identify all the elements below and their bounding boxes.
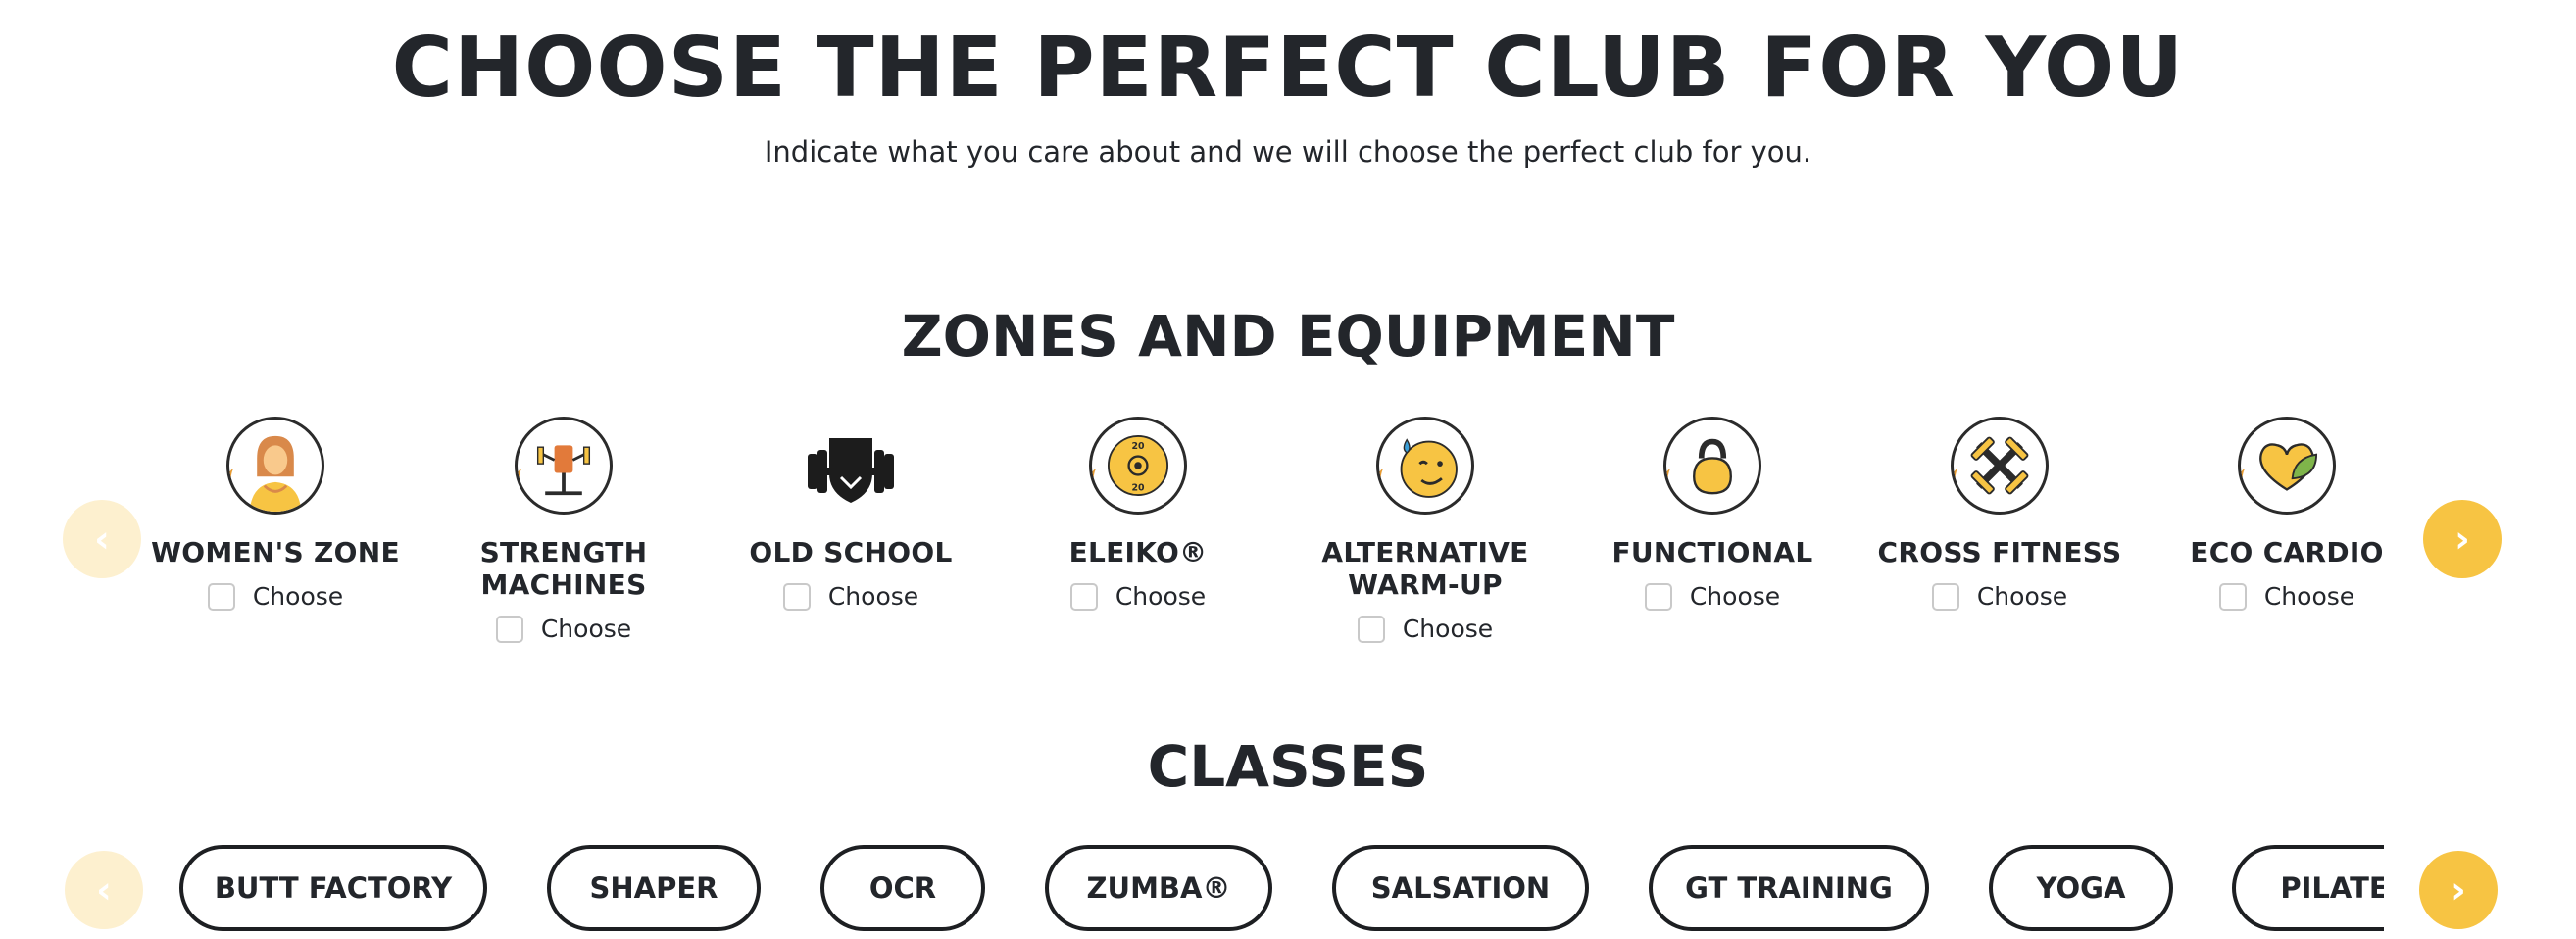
choose-option: Choose xyxy=(1293,615,1558,643)
zone-item-alternative-warm-up: ALTERNATIVE WARM-UP Choose xyxy=(1293,417,1558,643)
class-pill-zumba[interactable]: ZUMBA® xyxy=(1045,845,1272,931)
class-pill-salsation[interactable]: SALSATION xyxy=(1332,845,1589,931)
choose-checkbox[interactable] xyxy=(782,582,811,611)
choose-label: Choose xyxy=(2263,582,2355,611)
zone-label: OLD SCHOOL xyxy=(749,536,953,568)
heart-leaf-icon xyxy=(2238,417,2336,515)
kettlebell-icon xyxy=(1663,417,1761,515)
zones-next-arrow[interactable]: › xyxy=(2423,500,2502,578)
zone-item-womens-zone: WOMEN'S ZONE Choose xyxy=(143,417,408,611)
dumbbell-shield-icon xyxy=(802,417,900,515)
page-title: CHOOSE THE PERFECT CLUB FOR YOU xyxy=(391,20,2185,117)
classes-carousel: BUTT FACTORY SHAPER OCR ZUMBA® SALSATION… xyxy=(0,833,2384,939)
zone-item-eleiko: 20 20 ELEIKO® Choose xyxy=(1006,417,1270,611)
weight-plate-icon: 20 20 xyxy=(1089,417,1187,515)
sweating-face-icon xyxy=(1376,417,1474,515)
choose-option: Choose xyxy=(2155,582,2419,611)
classes-next-arrow[interactable]: › xyxy=(2419,851,2498,929)
choose-option: Choose xyxy=(143,582,408,611)
zone-label: ALTERNATIVE WARM-UP xyxy=(1321,536,1529,601)
zones-prev-arrow[interactable]: ‹ xyxy=(63,500,141,578)
class-pill-yoga[interactable]: YOGA xyxy=(1989,845,2173,931)
zone-label: ELEIKO® xyxy=(1068,536,1208,568)
zone-item-eco-cardio: ECO CARDIO Choose xyxy=(2155,417,2419,611)
choose-label: Choose xyxy=(1689,582,1781,611)
zone-label: FUNCTIONAL xyxy=(1611,536,1813,568)
zone-item-strength-machines: STRENGTH MACHINES Choose xyxy=(431,417,696,643)
choose-checkbox[interactable] xyxy=(1931,582,1959,611)
zones-section-title: ZONES AND EQUIPMENT xyxy=(901,303,1675,370)
choose-checkbox[interactable] xyxy=(207,582,235,611)
zone-item-functional: FUNCTIONAL Choose xyxy=(1580,417,1845,611)
plate-number-top: 20 xyxy=(1131,441,1145,452)
choose-checkbox[interactable] xyxy=(1357,615,1385,643)
choose-checkbox[interactable] xyxy=(1644,582,1672,611)
choose-checkbox[interactable] xyxy=(2218,582,2247,611)
zone-label: CROSS FITNESS xyxy=(1877,536,2122,568)
choose-option: Choose xyxy=(1867,582,2132,611)
classes-section-title: CLASSES xyxy=(1147,733,1429,800)
choose-option: Choose xyxy=(1580,582,1845,611)
choose-option: Choose xyxy=(718,582,983,611)
chevron-right-icon: › xyxy=(2451,868,2466,912)
class-pill-gt-training[interactable]: GT TRAINING xyxy=(1649,845,1929,931)
woman-icon xyxy=(226,417,324,515)
class-pill-butt-factory[interactable]: BUTT FACTORY xyxy=(179,845,487,931)
crossed-dumbbells-icon xyxy=(1951,417,2049,515)
page-subtitle: Indicate what you care about and we will… xyxy=(764,135,1812,169)
choose-checkbox[interactable] xyxy=(1069,582,1098,611)
zone-label: ECO CARDIO xyxy=(2190,536,2384,568)
choose-label: Choose xyxy=(252,582,344,611)
class-pill-shaper[interactable]: SHAPER xyxy=(547,845,761,931)
choose-label: Choose xyxy=(1402,615,1494,643)
plate-number-bottom: 20 xyxy=(1131,482,1145,493)
zone-item-old-school: OLD SCHOOL Choose xyxy=(718,417,983,611)
choose-option: Choose xyxy=(1006,582,1270,611)
zone-label: STRENGTH MACHINES xyxy=(479,536,648,601)
zone-label: WOMEN'S ZONE xyxy=(151,536,400,568)
choose-checkbox[interactable] xyxy=(495,615,523,643)
zone-item-cross-fitness: CROSS FITNESS Choose xyxy=(1867,417,2132,611)
choose-label: Choose xyxy=(827,582,919,611)
strength-machine-icon xyxy=(515,417,613,515)
choose-option: Choose xyxy=(431,615,696,643)
choose-label: Choose xyxy=(1976,582,2068,611)
chevron-left-icon: ‹ xyxy=(94,518,110,561)
class-pill-pilates[interactable]: PILATES xyxy=(2232,845,2384,931)
choose-label: Choose xyxy=(1115,582,1207,611)
choose-label: Choose xyxy=(540,615,632,643)
chevron-right-icon: › xyxy=(2454,518,2470,561)
class-pill-ocr[interactable]: OCR xyxy=(820,845,985,931)
